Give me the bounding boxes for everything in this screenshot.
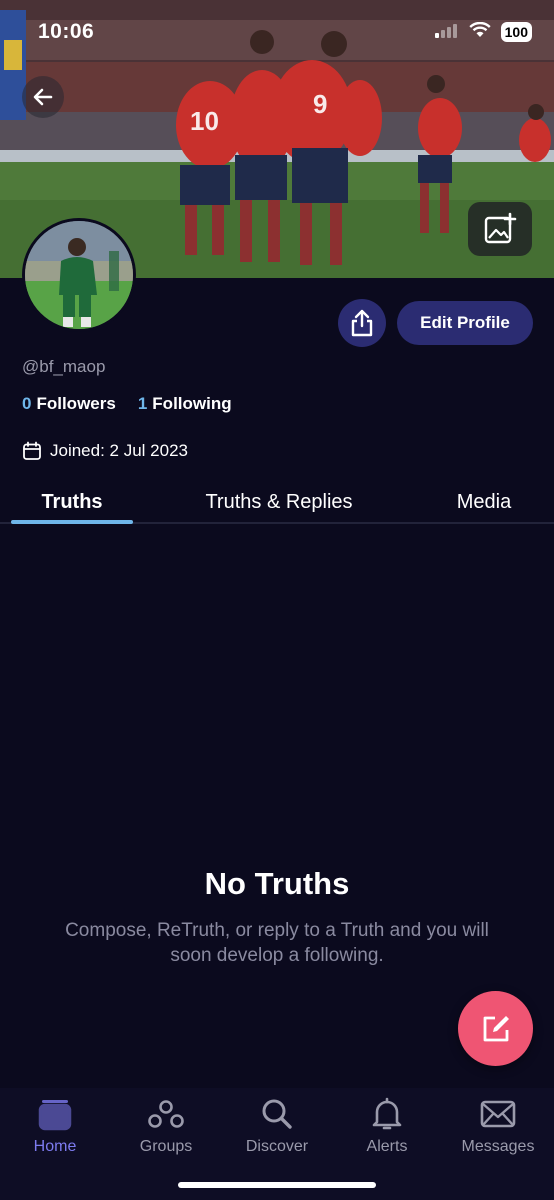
nav-discover[interactable]: Discover	[222, 1096, 332, 1162]
joined-text: Joined: 2 Jul 2023	[50, 441, 188, 460]
nav-messages-label: Messages	[461, 1138, 535, 1155]
home-icon	[35, 1096, 75, 1132]
cellular-signal-icon	[434, 22, 459, 43]
groups-icon	[146, 1096, 186, 1132]
status-bar: 10:06 100	[0, 0, 554, 64]
svg-text:10: 10	[190, 106, 219, 136]
bell-icon	[367, 1096, 407, 1132]
add-image-icon	[484, 212, 517, 244]
user-handle: @bf_maop	[22, 357, 106, 376]
follow-stats: 0 Followers 1 Following	[22, 394, 232, 414]
calendar-icon	[23, 441, 41, 460]
nav-alerts[interactable]: Alerts	[332, 1096, 442, 1162]
nav-home-label: Home	[33, 1138, 77, 1155]
tab-truths[interactable]: Truths	[11, 480, 133, 524]
avatar[interactable]	[22, 218, 136, 332]
profile-tabs: Truths Truths & Replies Media	[0, 480, 554, 524]
nav-messages[interactable]: Messages	[443, 1096, 553, 1162]
change-cover-button[interactable]	[468, 202, 532, 256]
mail-icon	[478, 1096, 518, 1132]
battery-indicator: 100	[500, 22, 532, 42]
wifi-icon	[469, 21, 491, 43]
status-indicators: 100	[434, 21, 532, 43]
followers-label: Followers	[36, 394, 116, 413]
empty-state-text: Compose, ReTruth, or reply to a Truth an…	[65, 920, 489, 966]
following-count: 1	[137, 394, 148, 413]
compose-button[interactable]	[458, 991, 533, 1066]
following-label: Following	[152, 394, 232, 413]
share-icon	[351, 309, 373, 337]
nav-discover-label: Discover	[245, 1138, 309, 1155]
search-icon	[257, 1096, 297, 1132]
following-link[interactable]: 1 Following	[138, 394, 232, 414]
arrow-left-icon	[33, 88, 53, 106]
active-tab-indicator	[11, 520, 133, 524]
edit-profile-button[interactable]: Edit Profile	[397, 301, 533, 345]
followers-link[interactable]: 0 Followers	[22, 394, 116, 414]
status-time: 10:06	[38, 20, 95, 43]
svg-text:9: 9	[313, 89, 327, 119]
nav-groups-label: Groups	[139, 1138, 193, 1155]
share-button[interactable]	[338, 299, 386, 347]
nav-groups[interactable]: Groups	[111, 1096, 221, 1162]
empty-state-title: No Truths	[204, 866, 350, 901]
joined-date: Joined: 2 Jul 2023	[22, 441, 188, 461]
home-indicator	[178, 1182, 376, 1188]
compose-icon	[483, 1015, 509, 1041]
nav-home[interactable]: Home	[0, 1096, 110, 1162]
tab-media[interactable]: Media	[436, 480, 532, 524]
followers-count: 0	[22, 394, 32, 413]
tab-truths-replies[interactable]: Truths & Replies	[186, 480, 372, 524]
nav-alerts-label: Alerts	[366, 1138, 408, 1155]
back-button[interactable]	[22, 76, 64, 118]
